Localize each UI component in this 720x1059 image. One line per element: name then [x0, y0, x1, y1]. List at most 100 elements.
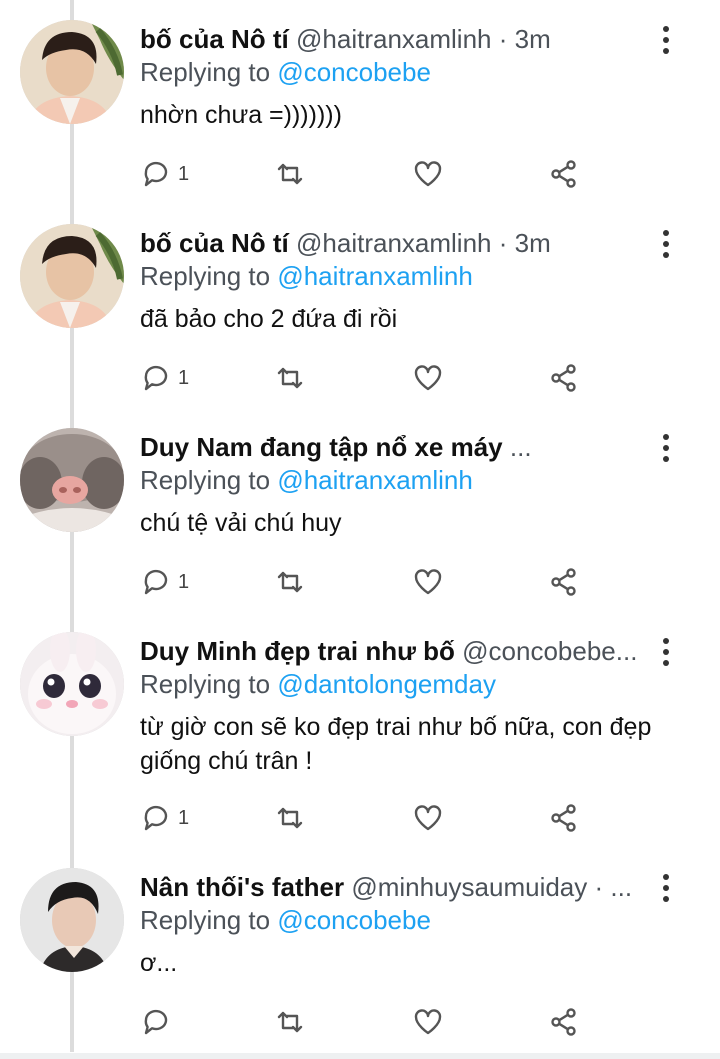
- tweet[interactable]: Duy Minh đẹp trai như bố @concobebe... R…: [0, 632, 720, 854]
- reply-button[interactable]: 1: [140, 562, 189, 602]
- retweet-button[interactable]: [274, 562, 306, 602]
- replying-to-link[interactable]: @haitranxamlinh: [277, 261, 472, 291]
- share-icon: [551, 364, 576, 392]
- tweet-text: từ giờ con sẽ ko đẹp trai như bố nữa, co…: [140, 713, 652, 775]
- share-button[interactable]: [548, 798, 580, 838]
- handle-and-time: @haitranxamlinh · 3m: [296, 228, 551, 258]
- like-icon: [414, 161, 442, 187]
- replying-to-label: Replying to: [140, 261, 278, 291]
- share-button[interactable]: [548, 358, 580, 398]
- reply-count: 1: [178, 806, 190, 829]
- tweet-header: Nân thối's father @minhuysaumuiday · ...: [140, 868, 640, 906]
- tweet-header: bố của Nô tí @haitranxamlinh · 3m: [140, 20, 640, 58]
- retweet-icon: [277, 367, 303, 389]
- replying-to-label: Replying to: [140, 57, 278, 87]
- more-options-icon[interactable]: [654, 638, 678, 672]
- bottom-divider: [0, 1053, 720, 1059]
- share-icon: [551, 160, 576, 188]
- replying-to: Replying to @concobebe: [140, 54, 431, 90]
- tweet[interactable]: bố của Nô tí @haitranxamlinh · 3m Replyi…: [0, 20, 720, 210]
- like-icon: [414, 1009, 442, 1035]
- replying-to: Replying to @concobebe: [140, 902, 431, 938]
- replying-to: Replying to @dantolongemday: [140, 666, 496, 702]
- more-options-icon[interactable]: [654, 26, 678, 60]
- display-name[interactable]: Duy Nam đang tập nổ xe máy: [140, 432, 503, 462]
- share-icon: [551, 804, 576, 832]
- retweet-button[interactable]: [274, 1002, 306, 1042]
- avatar[interactable]: [20, 224, 124, 328]
- reply-count: 1: [178, 366, 190, 389]
- retweet-icon: [277, 1011, 303, 1033]
- share-icon: [551, 1008, 576, 1036]
- like-button[interactable]: [412, 1002, 444, 1042]
- replying-to-link[interactable]: @haitranxamlinh: [277, 465, 472, 495]
- like-icon: [414, 569, 442, 595]
- tweet-text: nhờn chưa =))))))): [140, 101, 342, 129]
- handle-and-time: @haitranxamlinh · 3m: [296, 24, 551, 54]
- display-name[interactable]: bố của Nô tí: [140, 228, 289, 258]
- retweet-icon: [277, 163, 303, 185]
- avatar[interactable]: [20, 20, 124, 124]
- avatar[interactable]: [20, 868, 124, 972]
- tweet[interactable]: Nân thối's father @minhuysaumuiday · ...…: [0, 868, 720, 1048]
- reply-count: 1: [178, 570, 190, 593]
- replying-to: Replying to @haitranxamlinh: [140, 462, 473, 498]
- reply-button[interactable]: 1: [140, 154, 189, 194]
- replying-to-label: Replying to: [140, 465, 278, 495]
- tweet[interactable]: bố của Nô tí @haitranxamlinh · 3m Replyi…: [0, 224, 720, 414]
- share-icon: [551, 568, 576, 596]
- replying-to-label: Replying to: [140, 669, 278, 699]
- handle-and-time: @minhuysaumuiday · ...: [351, 872, 633, 902]
- share-button[interactable]: [548, 1002, 580, 1042]
- reply-icon: [144, 161, 168, 187]
- share-button[interactable]: [548, 154, 580, 194]
- reply-icon: [144, 569, 168, 595]
- tweet-text: chú tệ vải chú huy: [140, 509, 342, 537]
- tweet-actions: 1: [140, 154, 600, 194]
- display-name[interactable]: Duy Minh đẹp trai như bố: [140, 636, 455, 666]
- retweet-button[interactable]: [274, 154, 306, 194]
- reply-button[interactable]: [140, 1002, 178, 1042]
- like-button[interactable]: [412, 562, 444, 602]
- replying-to: Replying to @haitranxamlinh: [140, 258, 473, 294]
- tweet-actions: 1: [140, 358, 600, 398]
- display-name[interactable]: Nân thối's father: [140, 872, 344, 902]
- handle-and-time: ...: [509, 432, 532, 462]
- retweet-button[interactable]: [274, 798, 306, 838]
- replying-to-link[interactable]: @dantolongemday: [277, 669, 496, 699]
- retweet-icon: [277, 807, 303, 829]
- replying-to-label: Replying to: [140, 905, 278, 935]
- reply-count: 1: [178, 162, 190, 185]
- avatar[interactable]: [20, 428, 124, 532]
- tweet-header: Duy Minh đẹp trai như bố @concobebe...: [140, 632, 640, 670]
- like-button[interactable]: [412, 154, 444, 194]
- display-name[interactable]: bố của Nô tí: [140, 24, 289, 54]
- tweet-text: đã bảo cho 2 đứa đi rồi: [140, 305, 398, 333]
- tweet[interactable]: Duy Nam đang tập nổ xe máy ... Replying …: [0, 428, 720, 618]
- more-options-icon[interactable]: [654, 230, 678, 264]
- more-options-icon[interactable]: [654, 874, 678, 908]
- tweet-text: ơ...: [140, 949, 178, 977]
- like-icon: [414, 365, 442, 391]
- tweet-header: bố của Nô tí @haitranxamlinh · 3m: [140, 224, 640, 262]
- like-icon: [414, 805, 442, 831]
- tweet-header: Duy Nam đang tập nổ xe máy ...: [140, 428, 640, 466]
- reply-button[interactable]: 1: [140, 798, 189, 838]
- like-button[interactable]: [412, 798, 444, 838]
- reply-icon: [144, 805, 168, 831]
- tweet-actions: 1: [140, 562, 600, 602]
- reply-icon: [144, 1009, 168, 1035]
- reply-button[interactable]: 1: [140, 358, 189, 398]
- replying-to-link[interactable]: @concobebe: [277, 57, 431, 87]
- like-button[interactable]: [412, 358, 444, 398]
- share-button[interactable]: [548, 562, 580, 602]
- retweet-icon: [277, 571, 303, 593]
- reply-icon: [144, 365, 168, 391]
- avatar[interactable]: [20, 632, 124, 736]
- more-options-icon[interactable]: [654, 434, 678, 468]
- retweet-button[interactable]: [274, 358, 306, 398]
- tweet-actions: [140, 1002, 600, 1042]
- tweet-actions: 1: [140, 798, 600, 838]
- handle-and-time: @concobebe...: [462, 636, 638, 666]
- replying-to-link[interactable]: @concobebe: [277, 905, 431, 935]
